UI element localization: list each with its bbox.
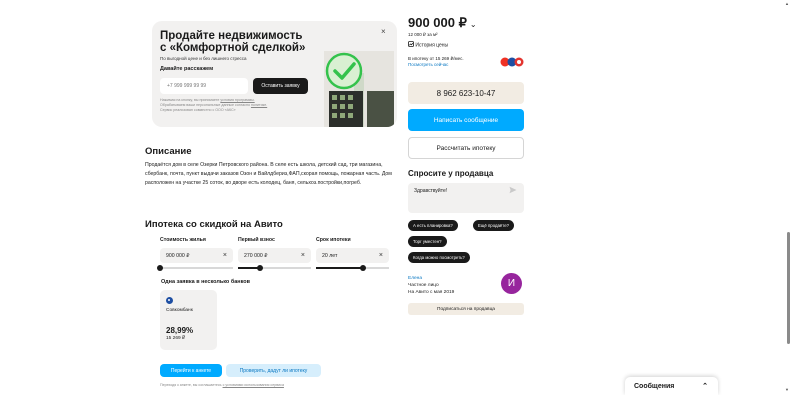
promo-title: Продайте недвижимость с «Комфортной сдел…: [160, 30, 320, 54]
clear-icon[interactable]: ×: [301, 252, 305, 259]
property-price-slider[interactable]: [157, 264, 233, 271]
price[interactable]: 900 000 ₽ ⌄: [408, 15, 477, 31]
show-phone-button[interactable]: 8 962 623-10-47: [408, 82, 524, 104]
chart-icon: [408, 41, 414, 47]
seller-type: Частное лицо: [408, 283, 439, 288]
slider-handle[interactable]: [157, 264, 163, 271]
description-text: Продаётся дом в селе Озерки Петровского …: [145, 162, 392, 186]
bank-offer-card[interactable]: Совкомбанк 28,99% 15 269 ₽: [160, 290, 217, 350]
check-mortgage-button[interactable]: Проверить, дадут ли ипотеку: [226, 364, 321, 377]
property-price-field[interactable]: 900 000 ₽ ×: [160, 248, 233, 263]
messenger-bar[interactable]: Сообщения ⌃: [625, 377, 718, 395]
bank-payment: 15 269 ₽: [166, 336, 186, 341]
promo-title-line2: с «Комфортной сделкой»: [160, 42, 306, 54]
down-payment-field[interactable]: 270 000 ₽ ×: [238, 248, 311, 263]
property-price-label: Стоимость жилья: [160, 237, 206, 243]
bank-rate: 28,99%: [166, 326, 194, 335]
description-heading: Описание: [145, 146, 192, 157]
down-payment-slider[interactable]: [238, 264, 311, 271]
banks-heading: Одна заявка в несколько банков: [161, 279, 251, 285]
privacy-policy-link[interactable]: политике.: [251, 103, 267, 107]
loan-term-slider[interactable]: [316, 264, 389, 271]
promo-card: Продайте недвижимость с «Комфортной сдел…: [152, 21, 397, 127]
chevron-up-icon[interactable]: ⌃: [702, 382, 708, 390]
down-payment-value: 270 000 ₽: [244, 252, 268, 259]
scroll-up-icon[interactable]: ▲: [785, 1, 789, 6]
mortgage-offer: В ипотеку от 15 269 ₽/мес. Посмотреть се…: [408, 56, 464, 67]
chevron-down-icon[interactable]: ⌄: [470, 20, 477, 29]
close-icon[interactable]: ×: [381, 27, 386, 36]
clear-icon[interactable]: ×: [223, 252, 227, 259]
quick-question-chip[interactable]: Торг уместен?: [408, 236, 447, 247]
price-per-meter: 12 000 ₽ за м²: [408, 32, 438, 37]
subscribe-seller-button[interactable]: Подписаться на продавца: [408, 303, 524, 315]
calculate-mortgage-button[interactable]: Рассчитать ипотеку: [408, 137, 524, 159]
mortgage-heading: Ипотека со скидкой на Авито: [145, 219, 283, 230]
leave-request-button[interactable]: Оставить заявку: [253, 78, 308, 94]
price-history-label: История цены: [415, 42, 449, 49]
send-icon[interactable]: [509, 186, 517, 194]
quick-question-chip[interactable]: А есть планировка?: [408, 220, 458, 231]
message-input[interactable]: Здравствуйте!: [408, 183, 524, 213]
price-value: 900 000 ₽: [408, 15, 467, 30]
avatar[interactable]: И: [501, 273, 522, 294]
form-legal-text: Переходя к анкете, вы соглашаетесь: [160, 383, 222, 387]
quick-question-chip[interactable]: Когда можно посмотреть?: [408, 252, 470, 263]
program-terms-link[interactable]: условия программы.: [220, 98, 254, 102]
promo-legal-text-3: Сервис реализован совместно с ООО «АКС»: [160, 108, 236, 112]
bank-name: Совкомбанк: [166, 308, 193, 313]
house-check-illustration: [324, 51, 394, 127]
slider-handle[interactable]: [360, 264, 367, 271]
phone-input[interactable]: [160, 78, 248, 94]
property-price-value: 900 000 ₽: [166, 252, 190, 259]
seller-name-link[interactable]: Елена: [408, 276, 422, 281]
promo-legal-text-1: Нажимая на кнопку, вы принимаете: [160, 98, 220, 102]
promo-legal-text-2: Обрабатываем ваши персональные данные со…: [160, 103, 250, 107]
service-terms-link[interactable]: с условиями использования сервиса: [223, 383, 284, 387]
write-message-button[interactable]: Написать сообщение: [408, 109, 524, 131]
loan-term-field[interactable]: 20 лет ×: [316, 248, 389, 263]
mortgage-link[interactable]: Посмотреть сейчас: [408, 62, 464, 68]
promo-subtitle: По выгодной цене и без лишнего стресса: [160, 56, 247, 61]
go-to-form-button[interactable]: Перейти к анкете: [160, 364, 222, 377]
ask-seller-heading: Спросите у продавца: [408, 169, 494, 178]
scroll-down-icon[interactable]: ▼: [785, 387, 789, 392]
promo-ask-label: Давайте расскажем: [160, 66, 214, 72]
slider-handle[interactable]: [256, 264, 263, 271]
messenger-label: Сообщения: [634, 382, 675, 390]
price-history-link[interactable]: История цены: [408, 41, 448, 49]
scrollbar-thumb[interactable]: [787, 232, 790, 344]
loan-term-value: 20 лет: [322, 252, 338, 259]
promo-title-line1: Продайте недвижимость: [160, 30, 303, 42]
clear-icon[interactable]: ×: [379, 252, 383, 259]
down-payment-label: Первый взнос: [238, 237, 275, 243]
mortgage-from-text: В ипотеку от 15 269 ₽/мес.: [408, 56, 464, 61]
seller-since: На Авито с мая 2019: [408, 290, 455, 295]
loan-term-label: Срок ипотеки: [316, 237, 351, 243]
sovcombank-logo-icon: [166, 297, 173, 304]
quick-question-chip[interactable]: Ещё продаёте?: [473, 220, 514, 231]
form-legal-note: Переходя к анкете, вы соглашаетесь с усл…: [160, 383, 284, 387]
bank-logos-icon: [500, 57, 524, 67]
promo-legal: Нажимая на кнопку, вы принимаете условия…: [160, 98, 320, 113]
slider-fill: [316, 267, 364, 269]
